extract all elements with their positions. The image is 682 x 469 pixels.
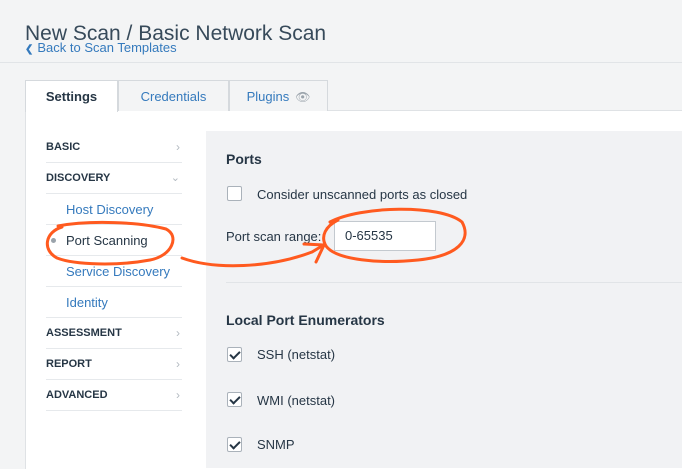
ssh-netstat-checkbox[interactable]	[227, 347, 242, 362]
sidebar-item-label: REPORT	[46, 358, 92, 370]
enumerators-heading: Local Port Enumerators	[226, 312, 385, 328]
snmp-checkbox[interactable]	[227, 437, 242, 452]
chevron-right-icon: ›	[176, 388, 180, 402]
tab-plugins[interactable]: Plugins 👁	[229, 80, 328, 111]
sidebar-item-label: Host Discovery	[66, 202, 154, 217]
tab-plugins-label: Plugins	[246, 89, 290, 104]
ports-heading: Ports	[226, 151, 262, 167]
chevron-down-icon: ⌄	[170, 172, 180, 184]
sidebar-item-label: Identity	[66, 295, 108, 310]
wmi-netstat-checkbox[interactable]	[227, 392, 242, 407]
sidebar-item-host-discovery[interactable]: Host Discovery	[46, 194, 182, 225]
eye-icon: 👁	[295, 90, 311, 104]
sidebar-item-label: Port Scanning	[66, 233, 148, 248]
chevron-right-icon: ›	[176, 326, 180, 340]
sidebar-item-identity[interactable]: Identity	[46, 287, 182, 318]
sidebar-item-report[interactable]: REPORT ›	[46, 349, 182, 380]
ssh-netstat-label: SSH (netstat)	[257, 347, 336, 362]
wmi-netstat-label: WMI (netstat)	[257, 393, 336, 408]
sidebar-item-port-scanning[interactable]: Port Scanning	[46, 225, 182, 256]
chevron-right-icon: ›	[176, 357, 180, 371]
sidebar-item-basic[interactable]: BASIC ›	[46, 132, 182, 163]
back-to-templates-link[interactable]: ❮ Back to Scan Templates	[25, 40, 177, 55]
snmp-label: SNMP	[257, 437, 295, 452]
chevron-right-icon: ›	[176, 140, 180, 154]
port-range-label: Port scan range:	[226, 229, 322, 244]
sidebar-item-discovery[interactable]: DISCOVERY ⌄	[46, 163, 182, 194]
sidebar-item-label: BASIC	[46, 141, 81, 153]
section-divider	[226, 282, 682, 283]
port-range-input[interactable]: 0-65535	[334, 221, 436, 251]
sidebar-item-label: ADVANCED	[46, 389, 108, 401]
sidebar-item-label: DISCOVERY	[46, 172, 111, 184]
tab-settings[interactable]: Settings	[25, 80, 118, 112]
unscanned-closed-label: Consider unscanned ports as closed	[257, 187, 468, 202]
selected-dot-icon	[51, 238, 56, 243]
unscanned-closed-checkbox[interactable]	[227, 186, 242, 201]
header-divider	[0, 62, 682, 63]
settings-content	[206, 131, 682, 468]
sidebar-item-label: Service Discovery	[66, 264, 171, 279]
chevron-left-icon: ❮	[25, 44, 34, 55]
sidebar-item-assessment[interactable]: ASSESSMENT ›	[46, 318, 182, 349]
tab-credentials[interactable]: Credentials	[118, 80, 229, 111]
tab-credentials-label: Credentials	[140, 89, 207, 104]
sidebar-item-advanced[interactable]: ADVANCED ›	[46, 380, 182, 411]
sidebar-item-service-discovery[interactable]: Service Discovery	[46, 256, 182, 287]
tab-settings-label: Settings	[45, 89, 98, 104]
sidebar-item-label: ASSESSMENT	[46, 327, 122, 339]
back-link-label: Back to Scan Templates	[37, 40, 177, 55]
